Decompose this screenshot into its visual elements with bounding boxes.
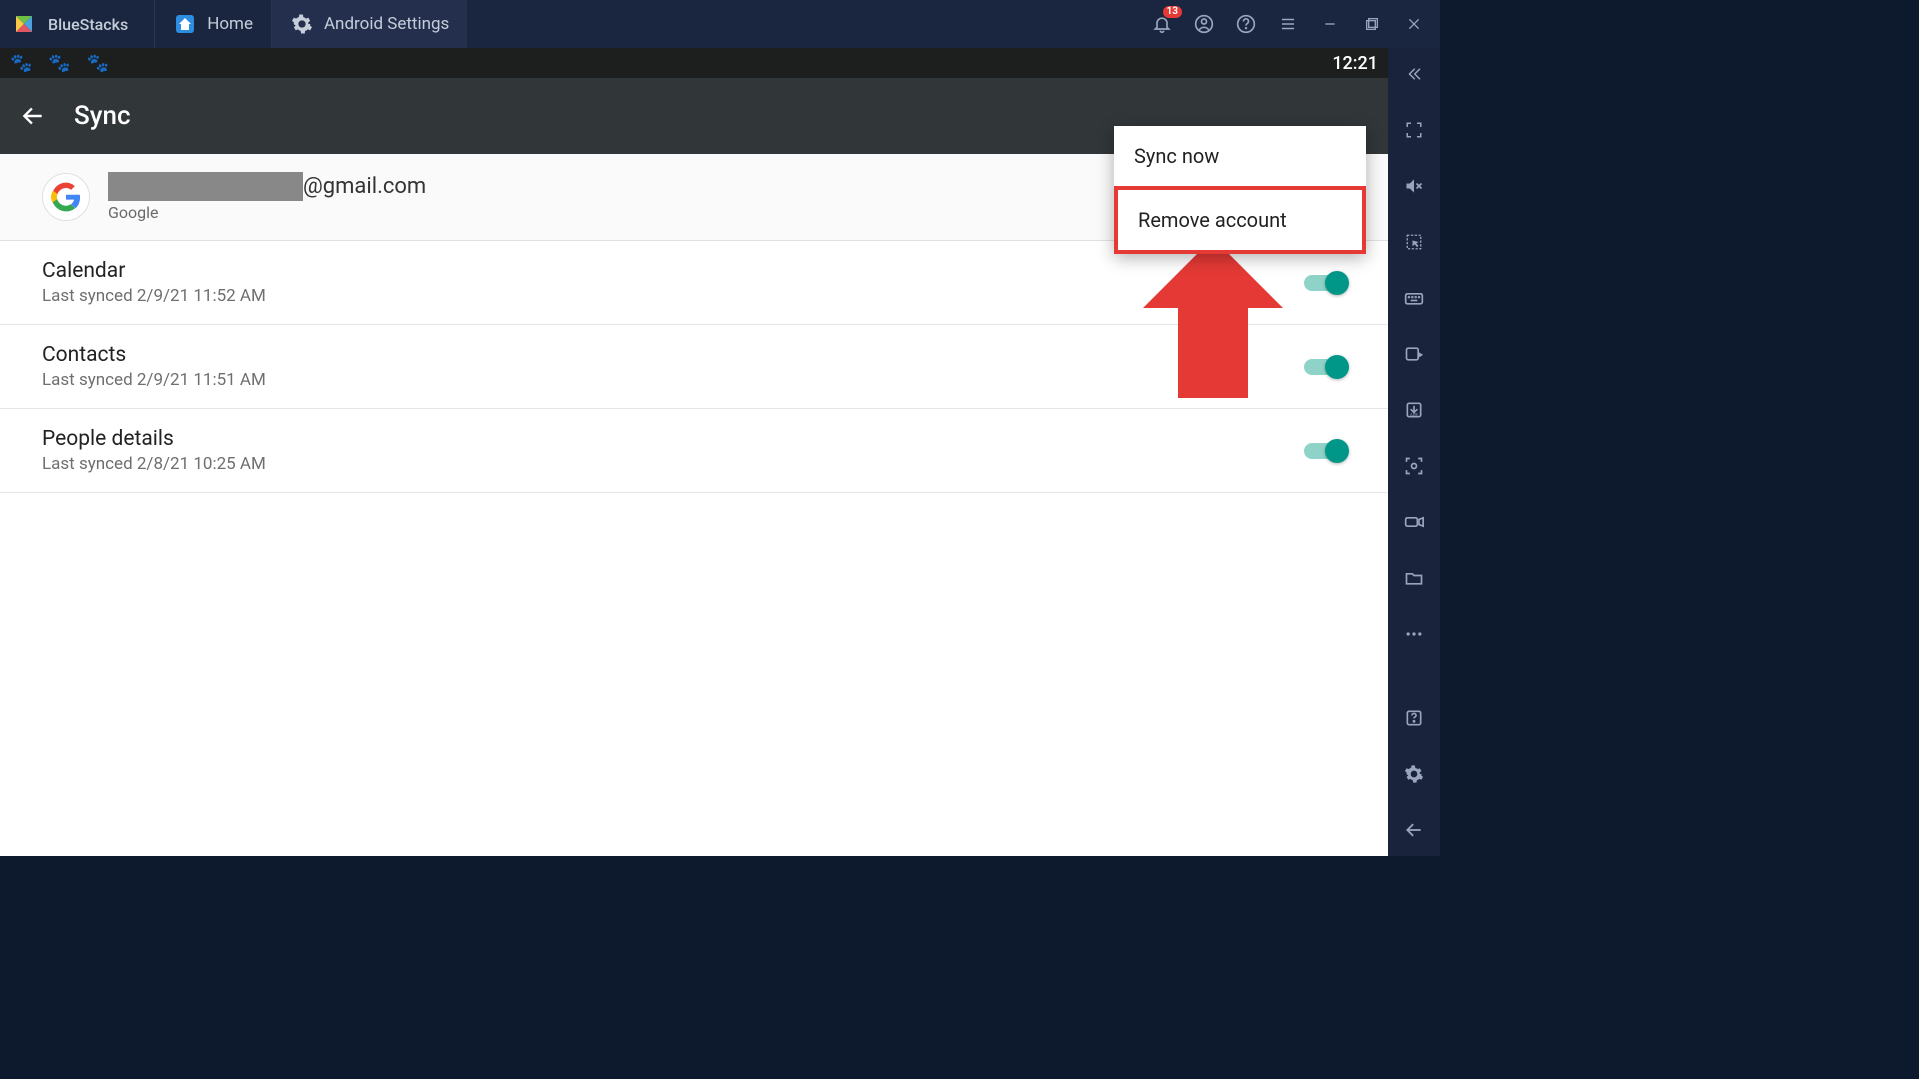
android-status-bar: 🐾 🐾 🐾 12:21 <box>0 48 1388 78</box>
titlebar-left: BlueStacks Home Android Settings <box>0 0 467 48</box>
screenshot-icon[interactable] <box>1400 452 1428 480</box>
titlebar-right: 13 <box>1148 10 1440 38</box>
menu-remove-account[interactable]: Remove account <box>1114 186 1366 254</box>
more-icon[interactable] <box>1400 620 1428 648</box>
body-row: 🐾 🐾 🐾 12:21 Sync <box>0 48 1440 856</box>
cursor-capture-icon[interactable] <box>1400 228 1428 256</box>
titlebar: BlueStacks Home Android Settings 13 <box>0 0 1440 48</box>
tab-home-label: Home <box>207 14 253 34</box>
folder-icon[interactable] <box>1400 564 1428 592</box>
right-sidebar: APK <box>1388 48 1440 856</box>
sync-toggle-calendar[interactable] <box>1304 275 1346 291</box>
sync-title: Calendar <box>42 259 266 283</box>
back-button[interactable] <box>20 103 46 129</box>
keyboard-icon[interactable] <box>1400 284 1428 312</box>
svg-text:APK: APK <box>1410 414 1418 419</box>
email-domain: @gmail.com <box>303 174 426 199</box>
paw-icon: 🐾 <box>48 53 70 74</box>
maximize-icon[interactable] <box>1358 10 1386 38</box>
install-apk-icon[interactable]: APK <box>1400 396 1428 424</box>
notifications-icon[interactable]: 13 <box>1148 10 1176 38</box>
collapse-sidebar-icon[interactable] <box>1400 60 1428 88</box>
sync-item-contacts[interactable]: Contacts Last synced 2/9/21 11:51 AM <box>0 325 1388 409</box>
content-area: 🐾 🐾 🐾 12:21 Sync <box>0 48 1388 856</box>
sync-subtitle: Last synced 2/9/21 11:51 AM <box>42 370 266 390</box>
app-window: BlueStacks Home Android Settings 13 <box>0 0 1440 810</box>
tab-settings-label: Android Settings <box>324 14 449 34</box>
notification-badge: 13 <box>1163 6 1182 18</box>
brand-label: BlueStacks <box>48 15 154 34</box>
status-icons: 🐾 🐾 🐾 <box>10 53 109 74</box>
macro-play-icon[interactable] <box>1400 340 1428 368</box>
account-email: @gmail.com <box>108 172 426 201</box>
settings-icon[interactable] <box>1400 760 1428 788</box>
status-time: 12:21 <box>1332 53 1378 74</box>
paw-icon: 🐾 <box>87 53 109 74</box>
gear-icon <box>290 12 314 36</box>
account-icon[interactable] <box>1190 10 1218 38</box>
sync-toggle-contacts[interactable] <box>1304 359 1346 375</box>
minimize-icon[interactable] <box>1316 10 1344 38</box>
redacted-username <box>108 172 303 201</box>
google-logo-icon <box>42 173 90 221</box>
menu-icon[interactable] <box>1274 10 1302 38</box>
sync-subtitle: Last synced 2/8/21 10:25 AM <box>42 454 266 474</box>
record-icon[interactable] <box>1400 508 1428 536</box>
sync-item-people-details[interactable]: People details Last synced 2/8/21 10:25 … <box>0 409 1388 493</box>
fullscreen-icon[interactable] <box>1400 116 1428 144</box>
sync-subtitle: Last synced 2/9/21 11:52 AM <box>42 286 266 306</box>
sync-title: People details <box>42 427 266 451</box>
sync-toggle-people[interactable] <box>1304 443 1346 459</box>
tab-android-settings[interactable]: Android Settings <box>271 0 467 48</box>
volume-mute-icon[interactable] <box>1400 172 1428 200</box>
help-icon[interactable] <box>1232 10 1260 38</box>
overflow-menu: Sync now Remove account <box>1114 126 1366 254</box>
account-provider: Google <box>108 203 426 222</box>
home-icon <box>173 12 197 36</box>
page-title: Sync <box>74 101 131 131</box>
menu-sync-now[interactable]: Sync now <box>1114 126 1366 186</box>
paw-icon: 🐾 <box>10 53 32 74</box>
bluestacks-logo-icon <box>0 0 48 48</box>
guide-icon[interactable] <box>1400 704 1428 732</box>
close-icon[interactable] <box>1400 10 1428 38</box>
back-icon[interactable] <box>1400 816 1428 844</box>
sync-title: Contacts <box>42 343 266 367</box>
tab-home[interactable]: Home <box>154 0 271 48</box>
